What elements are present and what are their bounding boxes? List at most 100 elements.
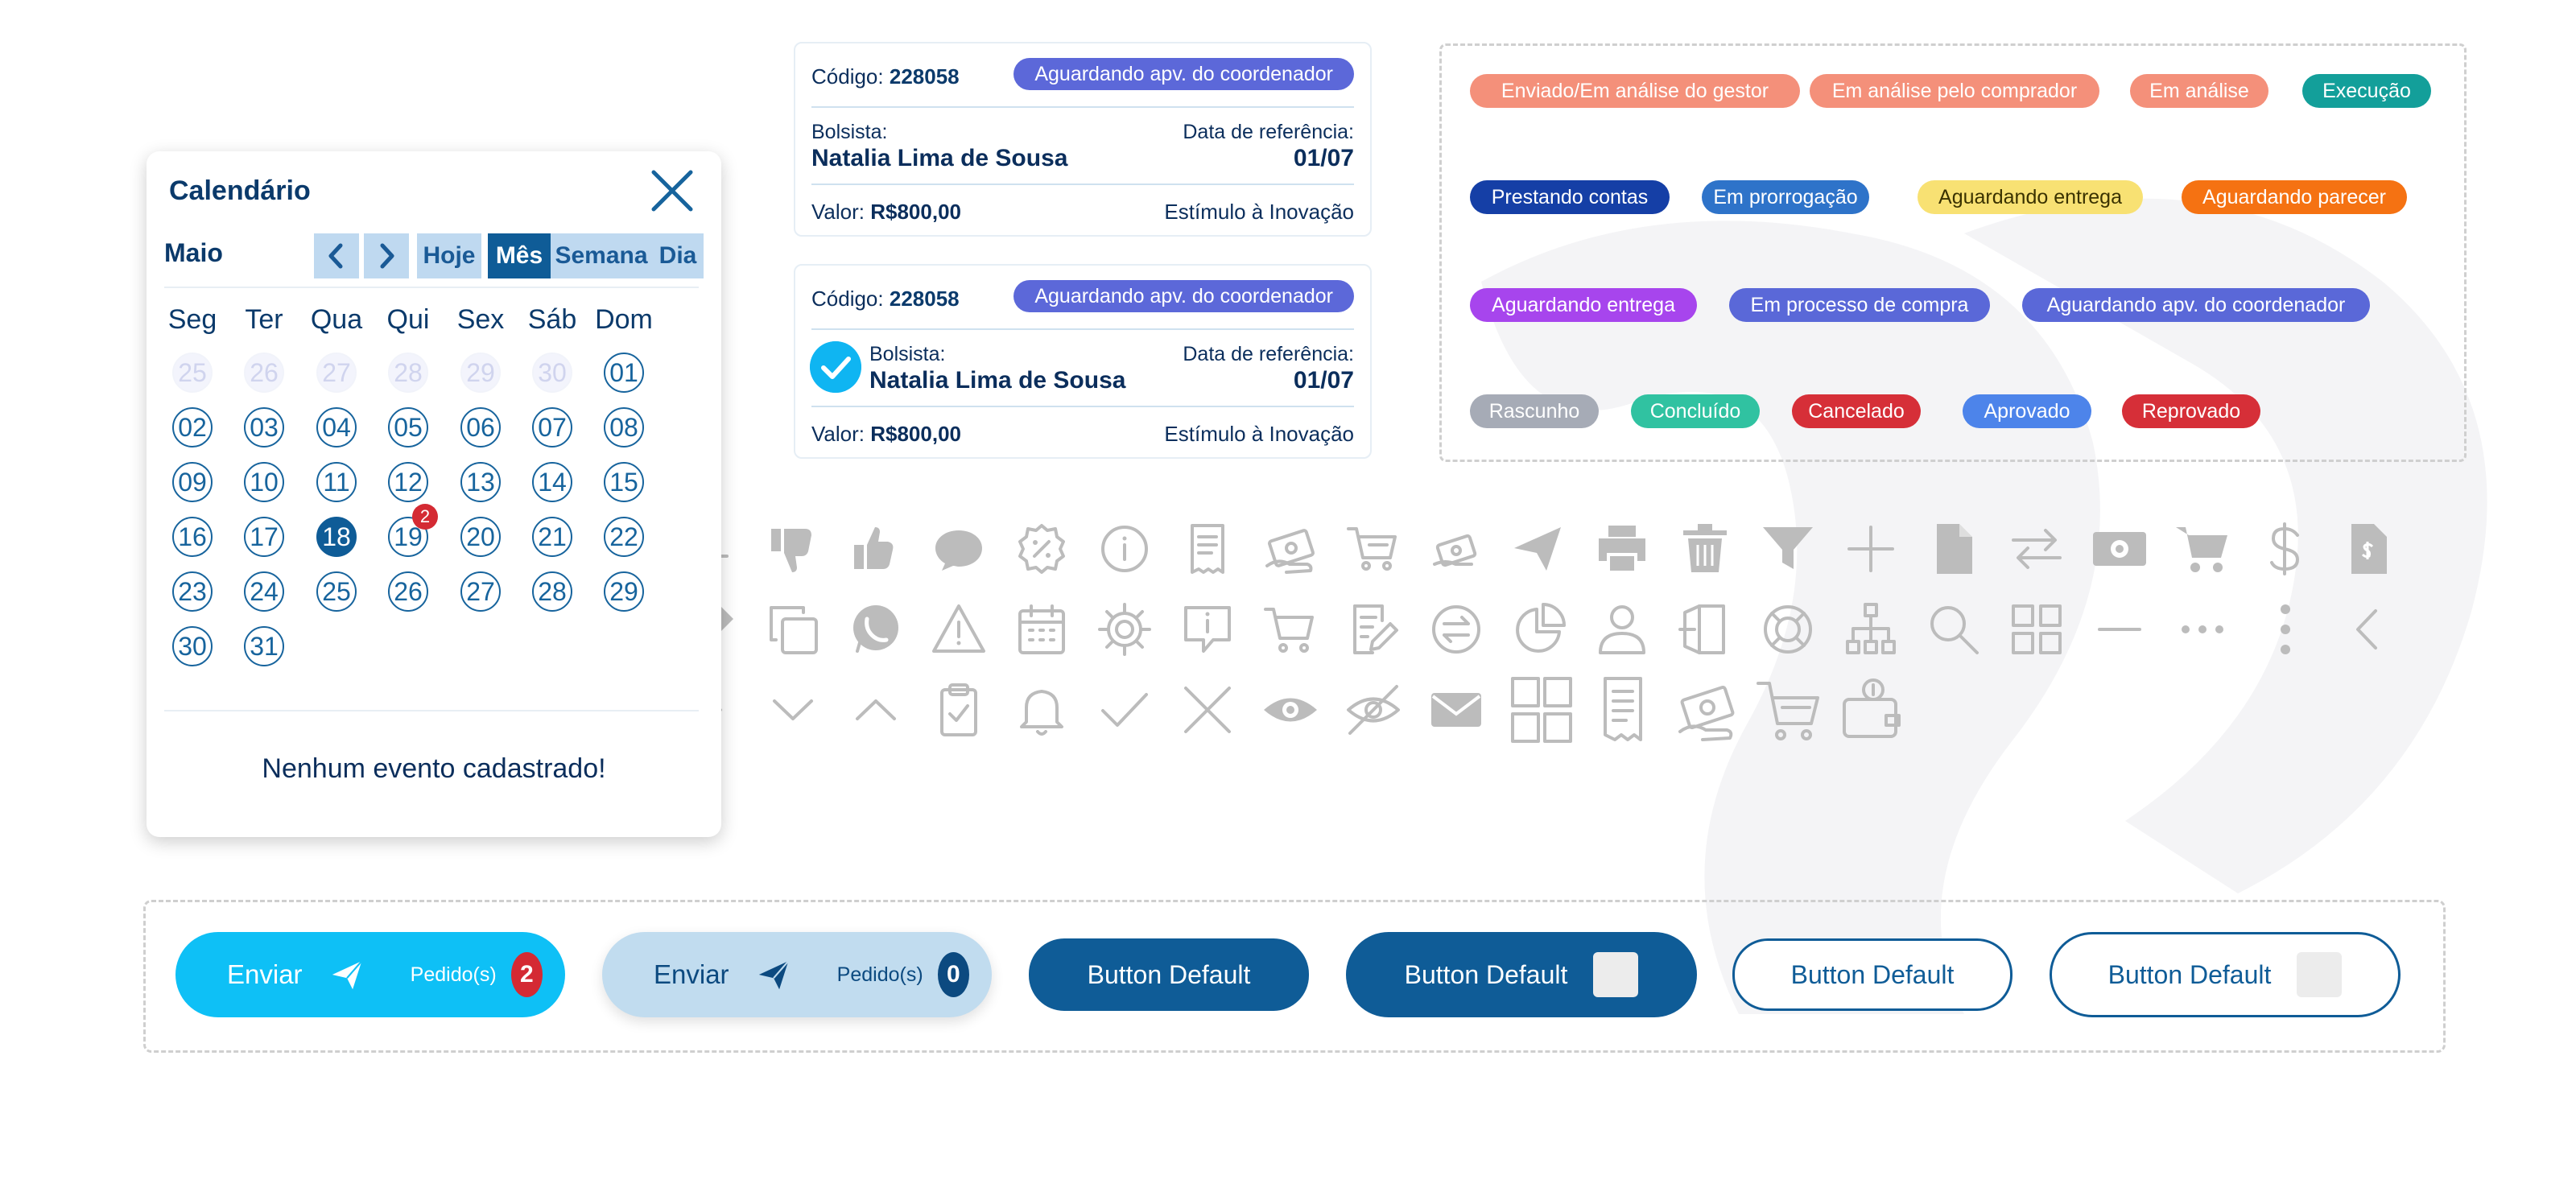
next-month-button[interactable] bbox=[364, 233, 409, 278]
calendar-day[interactable]: 29 bbox=[604, 571, 644, 612]
calendar-day[interactable]: 14 bbox=[532, 462, 572, 502]
invoice-icon bbox=[2336, 517, 2401, 581]
chevron-right-icon bbox=[380, 243, 394, 269]
request-card-selected[interactable]: Código: 228058 Aguardando apv. do coorde… bbox=[794, 264, 1372, 459]
edit-document-icon bbox=[1341, 597, 1406, 662]
calendar-day[interactable]: 06 bbox=[460, 407, 501, 447]
calendar-day[interactable]: 25 bbox=[172, 353, 213, 393]
calendar-day-selected[interactable]: 18 bbox=[316, 517, 357, 557]
calendar-day[interactable]: 09 bbox=[172, 462, 213, 502]
warning-icon bbox=[927, 597, 991, 662]
calendar-day[interactable]: 27 bbox=[316, 353, 357, 393]
calendar-day[interactable]: 05 bbox=[388, 407, 428, 447]
send-requests-button[interactable]: Enviar Pedido(s) 2 bbox=[175, 932, 565, 1017]
status-tag: Aguardando entrega bbox=[1470, 288, 1697, 322]
request-card[interactable]: Código: 228058 Aguardando apv. do coorde… bbox=[794, 42, 1372, 237]
thumbs-down-icon bbox=[761, 517, 825, 581]
send-requests-button-disabled[interactable]: Enviar Pedido(s) 0 bbox=[602, 932, 992, 1017]
requests-count-badge: 0 bbox=[937, 952, 969, 997]
calendar-day[interactable]: 07 bbox=[532, 407, 572, 447]
calendar-day[interactable]: 20 bbox=[460, 517, 501, 557]
calendar-day[interactable]: 30 bbox=[532, 353, 572, 393]
calendar-day[interactable]: 13 bbox=[460, 462, 501, 502]
button-label: Button Default bbox=[1790, 959, 1955, 989]
bell-icon bbox=[1009, 678, 1074, 742]
requests-label: Pedido(s) bbox=[410, 963, 497, 986]
outline-button-with-icon[interactable]: Button Default bbox=[2050, 932, 2401, 1017]
divider bbox=[164, 287, 699, 288]
divider bbox=[811, 406, 1354, 407]
calendar-day[interactable]: 03 bbox=[244, 407, 284, 447]
calendar-day[interactable]: 16 bbox=[172, 517, 213, 557]
reference-date: 01/07 bbox=[1293, 145, 1354, 171]
eye-off-icon bbox=[1341, 678, 1406, 742]
status-tag: Reprovado bbox=[2122, 394, 2260, 428]
chevron-left-icon bbox=[328, 243, 343, 269]
button-label: Button Default bbox=[1404, 959, 1568, 989]
program-name: Estímulo à Inovação bbox=[1164, 422, 1354, 446]
chevron-down-icon bbox=[761, 678, 825, 742]
weekday-label: Sáb bbox=[527, 304, 577, 335]
calendar-day[interactable]: 01 bbox=[604, 353, 644, 393]
calendar-day[interactable]: 24 bbox=[244, 571, 284, 612]
status-badge: Aguardando apv. do coordenador bbox=[1013, 58, 1354, 90]
dollar-icon bbox=[2253, 517, 2318, 581]
month-view-button[interactable]: Mês bbox=[488, 233, 551, 278]
status-tag: Prestando contas bbox=[1470, 180, 1670, 214]
calendar-day[interactable]: 26 bbox=[244, 353, 284, 393]
value-label: Valor: bbox=[811, 200, 865, 224]
calendar-day[interactable]: 29 bbox=[460, 353, 501, 393]
default-button[interactable]: Button Default bbox=[1029, 938, 1309, 1011]
calendar-day[interactable]: 17 bbox=[244, 517, 284, 557]
exchange-circle-icon bbox=[1424, 597, 1488, 662]
code-value: 228058 bbox=[889, 64, 960, 89]
calendar-day[interactable]: 27 bbox=[460, 571, 501, 612]
outline-button[interactable]: Button Default bbox=[1732, 938, 2013, 1011]
week-view-button[interactable]: Semana bbox=[551, 233, 652, 278]
calendar-day[interactable]: 26 bbox=[388, 571, 428, 612]
prev-month-button[interactable] bbox=[314, 233, 359, 278]
cash-icon bbox=[2087, 517, 2152, 581]
calendar-day[interactable]: 08 bbox=[604, 407, 644, 447]
placeholder-icon bbox=[1593, 952, 1639, 997]
divider bbox=[164, 710, 699, 711]
calendar-day[interactable]: 21 bbox=[532, 517, 572, 557]
calendar-day[interactable]: 04 bbox=[316, 407, 357, 447]
close-icon[interactable] bbox=[649, 167, 696, 214]
value-amount: R$800,00 bbox=[870, 422, 961, 446]
calendar-day[interactable]: 15 bbox=[604, 462, 644, 502]
send-icon bbox=[1507, 517, 1571, 581]
cart-large-icon bbox=[1756, 678, 1820, 742]
calendar-day[interactable]: 25 bbox=[316, 571, 357, 612]
calendar-day[interactable]: 10 bbox=[244, 462, 284, 502]
calendar-day[interactable]: 12 bbox=[388, 462, 428, 502]
cart-outline-icon bbox=[1258, 597, 1323, 662]
value-amount: R$800,00 bbox=[870, 200, 961, 224]
calendar-day[interactable]: 11 bbox=[316, 462, 357, 502]
calendar-day[interactable]: 31 bbox=[244, 626, 284, 666]
calendar-day[interactable]: 02 bbox=[172, 407, 213, 447]
button-label: Button Default bbox=[1087, 959, 1251, 989]
transfer-icon bbox=[2004, 517, 2069, 581]
calendar-day[interactable]: 28 bbox=[532, 571, 572, 612]
reference-date: 01/07 bbox=[1293, 367, 1354, 394]
weekday-label: Qui bbox=[386, 304, 430, 335]
default-button-with-icon[interactable]: Button Default bbox=[1346, 932, 1697, 1017]
user-icon bbox=[1590, 597, 1654, 662]
day-view-button[interactable]: Dia bbox=[652, 233, 704, 278]
send-icon bbox=[758, 960, 789, 990]
calendar-day[interactable]: 23 bbox=[172, 571, 213, 612]
whatsapp-icon bbox=[844, 597, 908, 662]
requests-count-badge: 2 bbox=[510, 952, 543, 997]
gear-icon bbox=[1092, 597, 1157, 662]
today-button[interactable]: Hoje bbox=[417, 233, 481, 278]
percent-badge-icon bbox=[1009, 517, 1074, 581]
check-circle-icon[interactable] bbox=[810, 341, 861, 393]
calendar-day[interactable]: 30 bbox=[172, 626, 213, 666]
money-hand-large-icon bbox=[1673, 678, 1737, 742]
calendar-day[interactable]: 28 bbox=[388, 353, 428, 393]
calendar-day[interactable]: 22 bbox=[604, 517, 644, 557]
chevron-left-icon bbox=[2336, 597, 2401, 662]
value-label: Valor: bbox=[811, 422, 865, 446]
info-icon bbox=[1092, 517, 1157, 581]
